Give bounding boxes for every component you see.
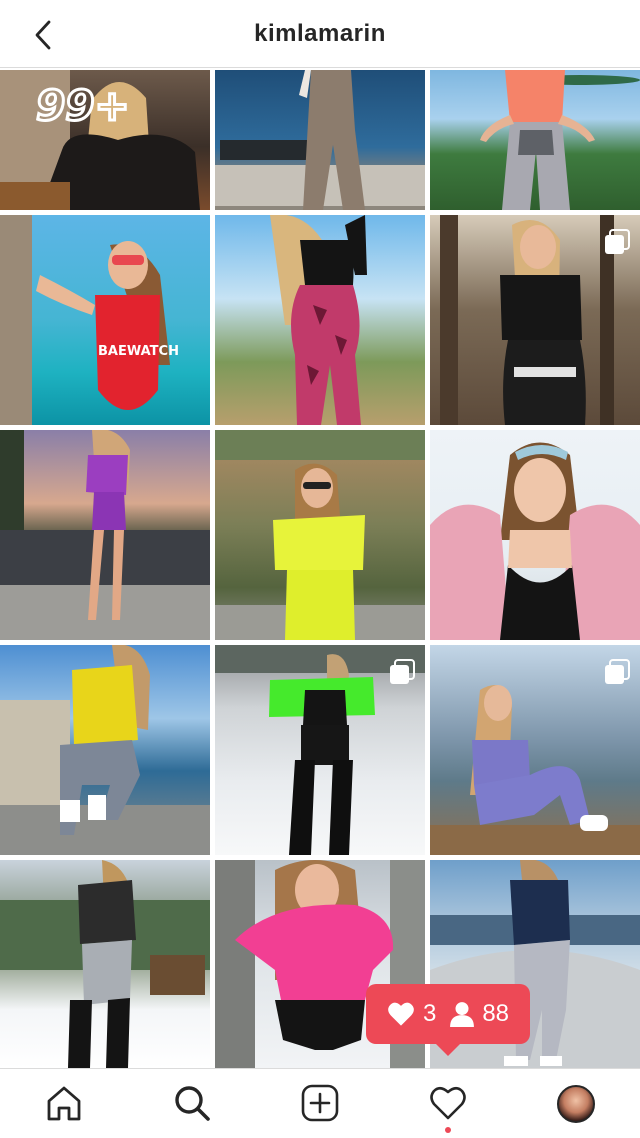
top-bar: kimlamarin	[0, 0, 640, 68]
post-4-image: BAEWATCH	[0, 215, 179, 425]
tab-activity[interactable]	[428, 1083, 468, 1123]
grid-post-13[interactable]	[0, 860, 210, 1068]
new-post-icon	[301, 1084, 339, 1122]
post-13-image	[0, 860, 210, 1068]
follows-count-group: 88	[450, 1000, 509, 1028]
grid-post-5[interactable]	[215, 215, 425, 425]
multiple-posts-icon	[390, 659, 415, 684]
activity-icon	[430, 1086, 466, 1120]
grid-post-10[interactable]	[0, 645, 210, 855]
photo-grid: 99+ BAEWATCH	[0, 70, 640, 1068]
grid-post-12[interactable]	[430, 645, 640, 855]
person-icon	[450, 1002, 475, 1027]
post-4-overlay-text: BAEWATCH	[98, 344, 179, 359]
home-icon	[47, 1086, 81, 1121]
post-3-image	[480, 70, 640, 210]
tab-new-post[interactable]	[300, 1083, 340, 1123]
tab-search[interactable]	[172, 1083, 212, 1123]
heart-icon	[388, 1002, 414, 1026]
bottom-tab-bar	[0, 1068, 640, 1138]
follows-count: 88	[482, 1000, 510, 1027]
tab-home[interactable]	[44, 1083, 84, 1123]
post-5-image	[270, 215, 367, 425]
back-button[interactable]	[26, 18, 60, 52]
grid-post-4[interactable]: BAEWATCH	[0, 215, 210, 425]
likes-count: 3	[422, 1000, 437, 1027]
post-1-overlay-text: 99+	[36, 81, 130, 130]
grid-post-9[interactable]	[430, 430, 640, 640]
post-2-image	[215, 70, 425, 210]
grid-post-1[interactable]: 99+	[0, 70, 210, 210]
page-title: kimlamarin	[254, 19, 386, 47]
post-1-image: 99+	[0, 70, 200, 210]
grid-post-8[interactable]	[215, 430, 425, 640]
grid-post-6[interactable]	[430, 215, 640, 425]
tab-profile-avatar[interactable]	[557, 1085, 595, 1123]
activity-indicator-dot	[445, 1127, 451, 1133]
post-7-image	[0, 430, 210, 640]
chevron-left-icon	[35, 20, 51, 50]
activity-notification-bubble[interactable]: 3 88	[366, 984, 530, 1056]
grid-post-11[interactable]	[215, 645, 425, 855]
grid-post-2[interactable]	[215, 70, 425, 210]
grid-post-3[interactable]	[430, 70, 640, 210]
post-10-image	[0, 645, 210, 855]
post-9-image	[430, 442, 640, 640]
multiple-posts-icon	[605, 659, 630, 684]
likes-count-group: 3	[387, 1000, 436, 1028]
grid-post-7[interactable]	[0, 430, 210, 640]
search-icon	[175, 1086, 210, 1121]
post-8-image	[215, 430, 425, 640]
multiple-posts-icon	[605, 229, 630, 254]
